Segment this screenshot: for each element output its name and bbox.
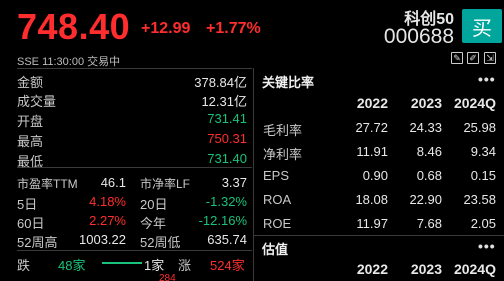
open-label: 开盘 bbox=[17, 114, 44, 129]
buy-button[interactable]: 买 bbox=[462, 9, 502, 43]
decliners-bar bbox=[102, 262, 142, 264]
edit-icon[interactable]: ✎ bbox=[451, 52, 463, 64]
table-cell: 11.91 bbox=[356, 144, 388, 159]
pe-value: 46.1 bbox=[100, 175, 126, 190]
valuation-more-icon[interactable]: ••• bbox=[478, 238, 496, 254]
advancers-label: 涨 bbox=[178, 258, 192, 273]
expand-icon[interactable]: ⇲ bbox=[484, 52, 496, 64]
table-cell: 25.98 bbox=[463, 120, 496, 135]
high52-value: 1003.22 bbox=[79, 232, 126, 247]
volume-label: 成交量 bbox=[17, 94, 57, 109]
val-col-2022: 2022 bbox=[356, 261, 388, 277]
table-cell: 24.33 bbox=[409, 120, 442, 135]
table-cell: 11.97 bbox=[356, 216, 388, 231]
high-label: 最高 bbox=[17, 134, 44, 149]
roe-label: ROE bbox=[263, 216, 292, 231]
volume-value: 12.31亿 bbox=[201, 94, 247, 109]
table-cell: 9.34 bbox=[470, 144, 496, 159]
open-value: 731.41 bbox=[207, 111, 247, 126]
ytd-label: 今年 bbox=[140, 216, 167, 231]
table-cell: 23.58 bbox=[463, 192, 496, 207]
low-value: 731.40 bbox=[207, 151, 247, 166]
amount-label: 金额 bbox=[17, 75, 44, 90]
pe-label: 市盈率TTM bbox=[17, 177, 78, 191]
low52-value: 635.74 bbox=[207, 232, 247, 247]
decliners-label: 跌 bbox=[17, 258, 31, 273]
ratios-more-icon[interactable]: ••• bbox=[478, 71, 496, 87]
roa-label: ROA bbox=[263, 192, 292, 207]
col-2024q: 2024Q bbox=[453, 95, 496, 111]
d60-value: 2.27% bbox=[89, 213, 126, 228]
table-cell: 2.05 bbox=[470, 216, 496, 231]
note-icon[interactable]: ✐ bbox=[467, 52, 479, 64]
net-margin-label: 净利率 bbox=[263, 147, 303, 162]
col-2023: 2023 bbox=[410, 95, 442, 111]
last-price: 748.40 bbox=[17, 6, 131, 47]
divider bbox=[17, 68, 252, 69]
low-label: 最低 bbox=[17, 154, 44, 169]
table-cell: 0.68 bbox=[416, 168, 442, 183]
low52-label: 52周低 bbox=[140, 235, 181, 250]
valuation-title: 估值 bbox=[262, 242, 289, 257]
price-change-percent: +1.77% bbox=[206, 20, 261, 37]
table-cell: 18.08 bbox=[355, 192, 388, 207]
pb-value: 3.37 bbox=[221, 175, 247, 190]
advancers-count: 524家 bbox=[210, 258, 245, 273]
d20-value: -1.32% bbox=[205, 194, 247, 209]
eps-label: EPS bbox=[263, 168, 290, 183]
divider bbox=[253, 68, 254, 281]
ytd-value: -12.16% bbox=[198, 213, 247, 228]
decliners-count: 48家 bbox=[58, 258, 86, 273]
security-code: 000688 bbox=[383, 25, 454, 48]
table-cell: 0.15 bbox=[470, 168, 496, 183]
high-value: 750.31 bbox=[207, 131, 247, 146]
table-cell: 27.72 bbox=[355, 120, 388, 135]
unchanged-count: 1家 bbox=[144, 258, 165, 273]
status-bar: SSE 11:30:00 交易中 ✎ ✐ ⇲ bbox=[0, 52, 504, 68]
d60-label: 60日 bbox=[17, 216, 45, 231]
table-cell: 7.68 bbox=[416, 216, 442, 231]
partial-value: 284 bbox=[159, 273, 176, 281]
d20-label: 20日 bbox=[140, 197, 168, 212]
high52-label: 52周高 bbox=[17, 235, 58, 250]
market-status: SSE 11:30:00 交易中 bbox=[17, 56, 121, 68]
d5-value: 4.18% bbox=[89, 194, 126, 209]
amount-value: 378.84亿 bbox=[194, 75, 247, 90]
divider bbox=[254, 235, 504, 236]
col-2022: 2022 bbox=[356, 95, 388, 111]
table-cell: 8.46 bbox=[416, 144, 442, 159]
pb-label: 市净率LF bbox=[140, 177, 191, 191]
gross-margin-label: 毛利率 bbox=[263, 123, 303, 138]
table-cell: 22.90 bbox=[409, 192, 442, 207]
val-col-2024q: 2024Q bbox=[453, 261, 496, 277]
divider bbox=[17, 167, 252, 168]
price-change: +12.99 bbox=[141, 20, 191, 37]
ratios-title: 关键比率 bbox=[262, 75, 315, 90]
val-col-2023: 2023 bbox=[410, 261, 442, 277]
d5-label: 5日 bbox=[17, 197, 38, 212]
table-cell: 0.90 bbox=[362, 168, 388, 183]
